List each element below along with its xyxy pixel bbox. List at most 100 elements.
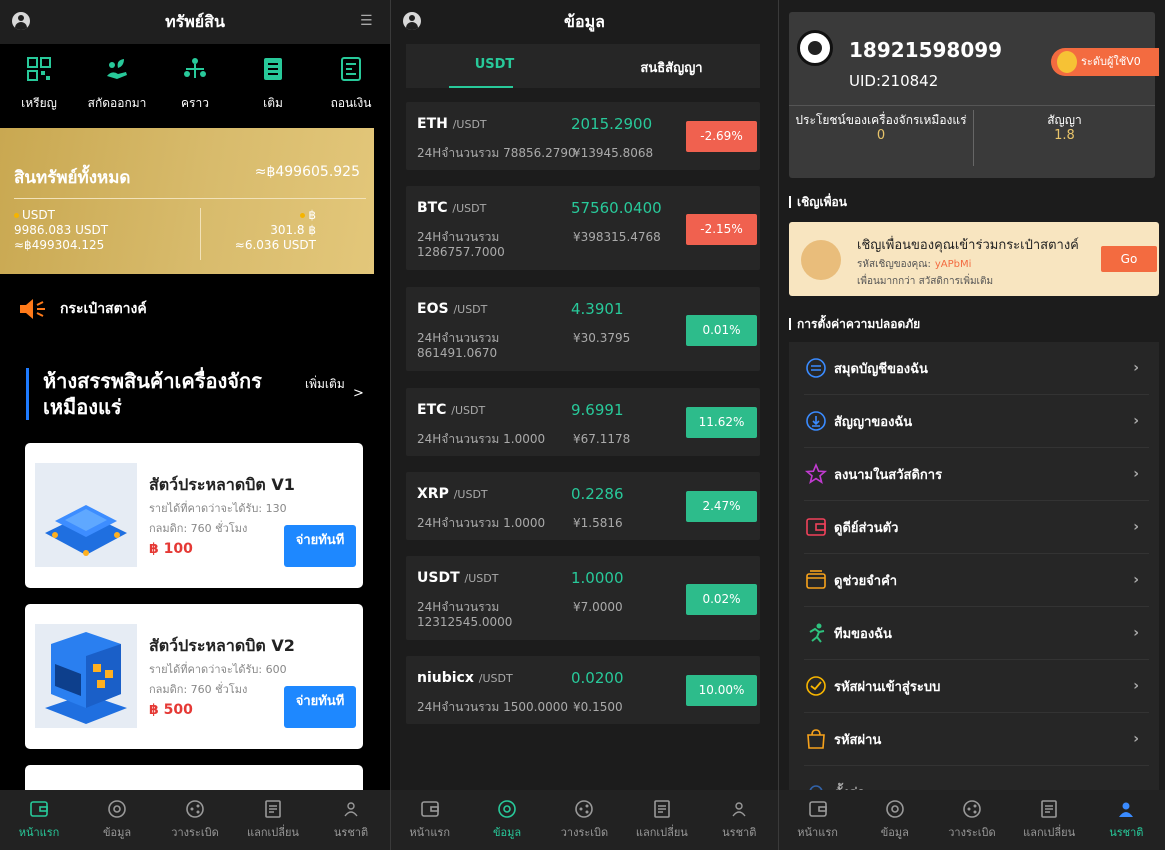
coin-price: 2015.2900 [571,115,653,133]
coin-row[interactable]: XRP /USDT 0.2286 24Hจำนวนรวม 1.0000 ¥1.5… [406,472,760,540]
compass-icon [885,800,904,818]
tab-mining[interactable]: วางระเบิด [937,799,1007,841]
coin-cny: ¥398315.4768 [573,230,661,244]
check-circle-icon [806,676,826,696]
tab-contract[interactable]: สนธิสัญญา [583,44,760,88]
tab-profile[interactable]: นรชาติ [316,799,386,841]
tab-home[interactable]: หน้าแรก [783,799,853,841]
menu-item-private-key[interactable]: ดูดีย์ส่วนตัว › [804,501,1149,554]
action-coins[interactable]: เหรียญ [4,56,74,113]
coin-name: EOS /USDT [417,301,487,317]
settings-menu: สมุดบัญชีของฉัน › สัญญาของฉัน › ลงนามในสวั… [789,342,1159,802]
coin-row[interactable]: ETH /USDT 2015.2900 24Hจำนวนรวม 78856.27… [406,102,760,170]
tab-mining[interactable]: วางระเบิด [549,799,619,841]
chevron-right-icon: › [1133,413,1139,429]
coin-price: 9.6991 [571,401,624,419]
wallet-icon [808,801,827,817]
coin-name: niubicx /USDT [417,670,513,686]
coin-price: 4.3901 [571,300,624,318]
wallet-notice[interactable]: กระเป๋าสตางค์ [18,298,147,320]
stat-value: 0 [876,128,886,143]
profile-card: 18921598099 UID:210842 ระดับผู้ใช้V0 ประ… [789,12,1159,178]
coin-cny: ¥30.3795 [573,331,631,345]
star-icon [804,463,828,484]
tab-mining[interactable]: วางระเบิด [160,799,230,841]
assets-header: ทรัพย์สิน ☰ [0,0,390,44]
user-level-badge[interactable]: ระดับผู้ใช้V0 [1051,48,1159,76]
tab-data[interactable]: ข้อมูล [472,799,542,841]
coin-row[interactable]: niubicx /USDT 0.0200 24Hจำนวนรวม 1500.00… [406,656,760,724]
coin-symbol: XRP [417,486,449,502]
dot-icon [300,213,306,218]
contract-stat: สัญญา 1.8 [974,112,1155,144]
tab-exchange[interactable]: แลกเปลี่ยน [627,799,697,841]
action-extract[interactable]: สกัดออกมา [82,56,152,113]
user-phone: 18921598099 [849,38,1003,62]
medal-icon [1057,51,1077,73]
mall-more-link[interactable]: เพิ่มเติม [305,376,345,392]
change-badge: -2.69% [686,121,757,152]
speaker-icon [20,299,45,319]
stat-value: 1.8 [1054,128,1075,143]
tab-data[interactable]: ข้อมูล [860,799,930,841]
buy-now-button[interactable]: จ่ายทันที [284,686,356,728]
coin-name: USDT /USDT [417,570,498,586]
network-icon [184,58,206,78]
tab-profile[interactable]: นรชาติ [1091,799,1161,841]
plant-hand-icon [107,59,127,79]
menu-item-label: รหัสผ่านเข้าสู่ระบบ [834,679,941,695]
tab-profile[interactable]: นรชาติ [704,799,774,841]
coin-row[interactable]: BTC /USDT 57560.0400 24Hจำนวนรวม 1286757… [406,186,760,270]
tab-exchange[interactable]: แลกเปลี่ยน [1014,799,1084,841]
user-icon[interactable] [12,12,30,30]
page-title: ทรัพย์สิน [165,11,225,31]
menu-item-label: สมุดบัญชีของฉัน [834,361,928,377]
buy-now-button[interactable]: จ่ายทันที [284,525,356,567]
menu-item-contracts[interactable]: สัญญาของฉัน › [804,395,1149,448]
tab-mining-label: วางระเบิด [171,826,219,839]
action-round[interactable]: คราว [160,56,230,113]
go-button[interactable]: Go [1101,246,1157,272]
tab-exchange[interactable]: แลกเปลี่ยน [238,799,308,841]
action-deposit-label: เติม [263,96,283,110]
menu-item-team[interactable]: ทีมของฉัน › [804,607,1149,660]
menu-item-label: สัญญาของฉัน [834,414,913,430]
coin-volume: 24Hจำนวนรวม 1.0000 [417,432,546,446]
menu-item-password[interactable]: รหัสผ่าน › [804,713,1149,766]
menu-item-mnemonic[interactable]: ดูช่วยจำคำ › [804,554,1149,607]
tab-home[interactable]: หน้าแรก [4,799,74,841]
invite-banner[interactable]: เชิญเพื่อนของคุณเข้าร่วมกระเป๋าสตางค์ รห… [789,222,1159,296]
chevron-right-icon[interactable]: > [353,386,364,401]
action-withdraw[interactable]: ถอนเงิน [316,56,386,113]
coin-pair: /USDT [478,672,513,685]
tab-exchange-label: แลกเปลี่ยน [1023,826,1076,839]
menu-item-login-password[interactable]: รหัสผ่านเข้าสู่ระบบ › [804,660,1149,713]
security-section-title: การตั้งค่าความปลอดภัย [789,318,920,330]
coin-pair: /USDT [453,488,488,501]
product-card[interactable]: สัตว์ประหลาดบิต V1 รายได้ที่คาดว่าจะได้ร… [25,443,363,588]
box-icon [806,570,826,589]
document-icon [1041,800,1057,818]
chevron-right-icon: › [1133,466,1139,482]
document-icon [265,800,281,818]
baht-label: ฿ [308,208,316,222]
coin-cny: ¥0.1500 [573,700,623,714]
tab-home[interactable]: หน้าแรก [395,799,465,841]
user-icon[interactable] [403,12,421,30]
tab-usdt[interactable]: USDT [406,44,583,88]
menu-item-account-book[interactable]: สมุดบัญชีของฉัน › [804,342,1149,395]
coin-row[interactable]: ETC /USDT 9.6991 24Hจำนวนรวม 1.0000 ¥67.… [406,388,760,456]
change-badge: 0.02% [686,584,757,615]
tab-data[interactable]: ข้อมูล [82,799,152,841]
avatar[interactable] [797,30,833,66]
baht-amount: 301.8 ฿ [270,223,316,237]
product-card[interactable]: สัตว์ประหลาดบิต V2 รายได้ที่คาดว่าจะได้ร… [25,604,363,749]
coin-name: BTC /USDT [417,200,486,216]
menu-item-sign-welfare[interactable]: ลงนามในสวัสดิการ › [804,448,1149,501]
action-deposit[interactable]: เติม [238,56,308,113]
coin-row[interactable]: USDT /USDT 1.0000 24Hจำนวนรวม 12312545.0… [406,556,760,640]
wallet-icon [420,801,439,817]
menu-item-label: ดูช่วยจำคำ [834,573,898,589]
coin-row[interactable]: EOS /USDT 4.3901 24Hจำนวนรวม 861491.0670… [406,287,760,371]
menu-collapse-icon[interactable]: ☰ [360,14,376,28]
